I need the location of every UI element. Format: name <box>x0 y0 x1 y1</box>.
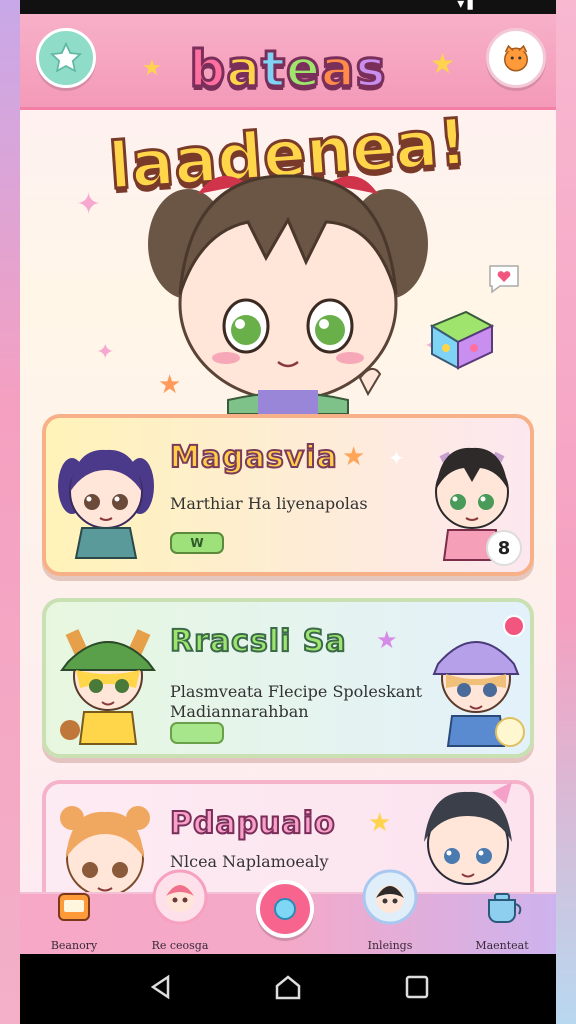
story-card-1[interactable]: Magasvia ★ ✦ Marthiar Ha liyenapolas W 8 <box>42 414 534 576</box>
avatar-icon <box>362 869 418 925</box>
card-title: Magasvia <box>169 439 338 476</box>
bag-icon <box>58 893 90 921</box>
hero-character-illustration <box>148 174 428 414</box>
location-pin-icon <box>274 898 296 920</box>
card-title: Pdapuaio <box>169 805 336 842</box>
app-title-line1: bateas <box>188 39 387 100</box>
star-icon: ★ <box>368 808 392 838</box>
card-title: Rracsli Sa <box>169 623 347 660</box>
recents-icon[interactable] <box>404 974 430 1000</box>
card-tag[interactable]: W <box>170 532 224 554</box>
heart-speech-bubble-icon <box>489 265 519 294</box>
character-avatar <box>60 629 156 745</box>
character-avatar <box>58 449 154 559</box>
background-left <box>0 0 22 1024</box>
status-icons: ▾▮ <box>457 0 476 12</box>
avatar-icon <box>152 869 208 925</box>
app-screen: bateas laadenea! ★ ★ ✦ ✦ ★ ✦ <box>20 14 556 954</box>
back-icon[interactable] <box>148 974 174 1000</box>
star-icon: ★ <box>376 626 398 654</box>
nav-item-bag[interactable]: Beanory <box>24 893 124 954</box>
sparkle-icon: ✦ <box>388 446 405 470</box>
teapot-icon <box>488 893 522 923</box>
nav-item-friends[interactable]: Inleings <box>340 869 440 954</box>
card-subtitle: Plasmveata Flecipe Spoleskant Madiannara… <box>170 682 423 721</box>
star-icon: ★ <box>342 442 366 472</box>
sparkle-star-icon: ✦ <box>96 340 115 365</box>
nav-item-characters[interactable]: Re ceosga <box>130 869 230 954</box>
nav-item-teapot[interactable]: Maenteat <box>452 893 552 954</box>
system-navigation-bar <box>20 954 556 1024</box>
nav-home-button[interactable] <box>256 880 314 938</box>
sparkle-star-icon: ✦ <box>76 187 102 222</box>
count-badge: 8 <box>486 530 522 566</box>
character-avatar <box>432 615 525 747</box>
card-subtitle: Marthiar Ha liyenapolas <box>170 494 368 513</box>
card-progress-pill[interactable] <box>170 722 224 744</box>
sparkle-star-icon: ★ <box>142 56 162 81</box>
home-icon[interactable] <box>274 974 302 1000</box>
gift-box-icon <box>429 310 495 370</box>
story-card-2[interactable]: Rracsli Sa ★ Plasmveata Flecipe Spoleska… <box>42 598 534 758</box>
status-bar: ▾▮ <box>20 0 556 14</box>
bottom-navigation: Beanory Re ceosga Inleings Maenteat <box>20 869 556 954</box>
sparkle-star-icon: ★ <box>430 47 456 80</box>
background-right <box>554 0 576 1024</box>
